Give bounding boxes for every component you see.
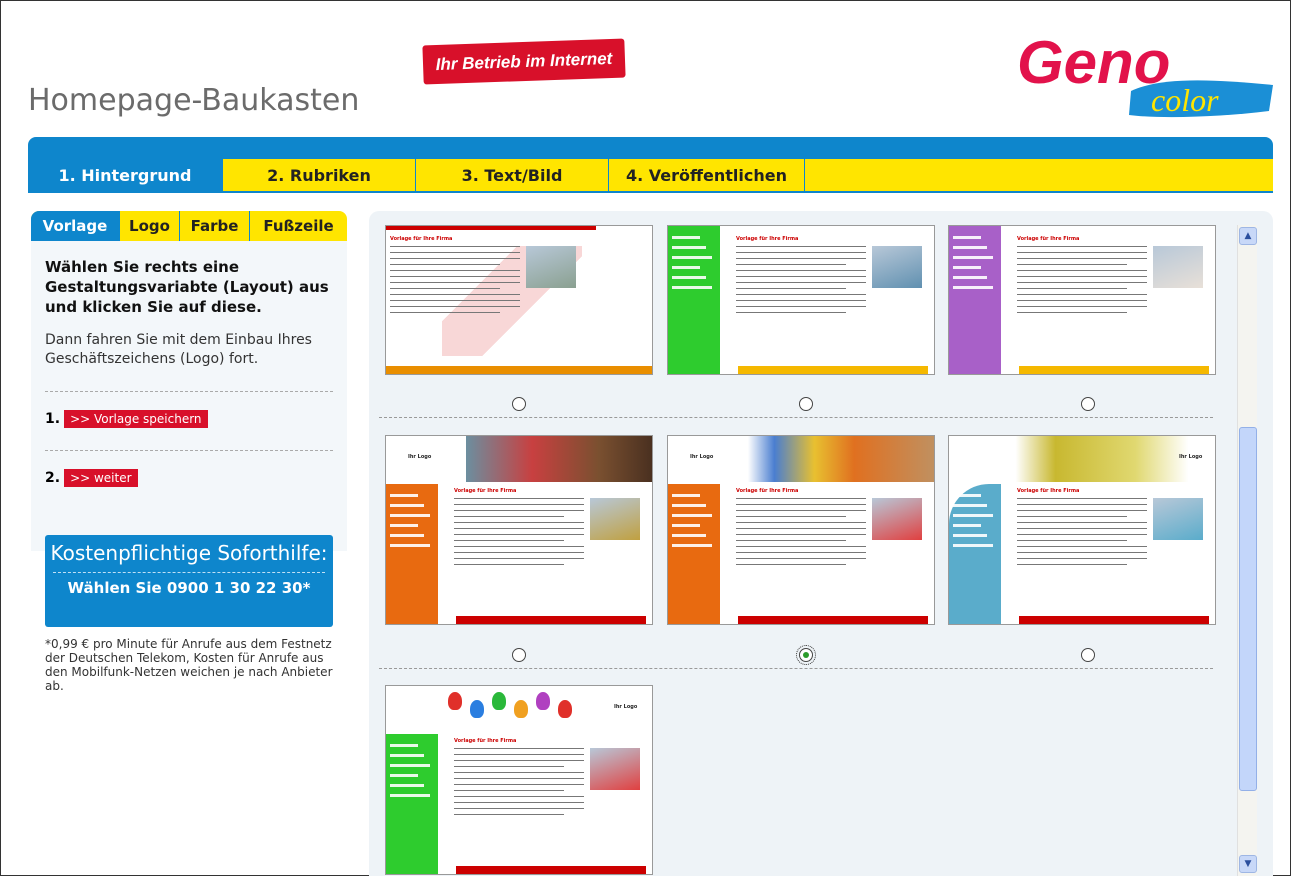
next-button[interactable]: >> weiter [64, 469, 138, 487]
scroll-thumb[interactable] [1239, 427, 1257, 791]
hotline-footnote: *0,99 € pro Minute für Anrufe aus dem Fe… [45, 637, 333, 693]
step-1-number: 1. [45, 411, 61, 427]
page-title: Homepage-Baukasten [28, 83, 360, 118]
instruction-heading: Wählen Sie rechts eine Gestaltungsvariab… [45, 258, 329, 316]
template-4-radio[interactable] [512, 648, 526, 662]
row-separator [379, 668, 1213, 669]
divider [45, 391, 333, 392]
template-6-radio[interactable] [1081, 648, 1095, 662]
sub-tab-bar: Vorlage Logo Farbe Fußzeile [31, 211, 347, 241]
hotline-divider [53, 572, 325, 573]
save-template-button[interactable]: >> Vorlage speichern [64, 410, 208, 428]
vertical-scrollbar[interactable]: ▲ ▼ [1237, 225, 1257, 876]
template-3[interactable]: Vorlage für Ihre Firma [948, 225, 1216, 375]
step-2-number: 2. [45, 470, 61, 486]
template-4[interactable]: Ihr Logo Vorlage für Ihre Firma [385, 435, 653, 625]
template-5[interactable]: Ihr Logo Vorlage für Ihre Firma [667, 435, 935, 625]
template-1-radio[interactable] [512, 397, 526, 411]
template-1[interactable]: Vorlage für Ihre Firma [385, 225, 653, 375]
subtab-farbe[interactable]: Farbe [180, 211, 250, 241]
tab-text-bild[interactable]: 3. Text/Bild [416, 159, 609, 191]
template-2-radio[interactable] [799, 397, 813, 411]
subtab-fusszeile[interactable]: Fußzeile [250, 211, 347, 241]
svg-text:Geno: Geno [1017, 29, 1170, 96]
svg-text:color: color [1151, 82, 1219, 118]
main-tab-bar: 1. Hintergrund 2. Rubriken 3. Text/Bild … [28, 159, 1273, 193]
template-3-radio[interactable] [1081, 397, 1095, 411]
hotline-title: Kostenpflichtige Soforthilfe: [50, 541, 328, 565]
template-6[interactable]: Ihr Logo Vorlage für Ihre Firma [948, 435, 1216, 625]
slogan-banner: Ihr Betrieb im Internet [422, 38, 626, 85]
step-2: 2. >> weiter [45, 469, 333, 487]
step-1: 1. >> Vorlage speichern [45, 410, 333, 428]
tab-hintergrund[interactable]: 1. Hintergrund [28, 159, 223, 191]
tab-rubriken[interactable]: 2. Rubriken [223, 159, 416, 191]
template-2[interactable]: Vorlage für Ihre Firma [667, 225, 935, 375]
template-5-radio[interactable] [796, 645, 816, 665]
sidebar: Vorlage Logo Farbe Fußzeile Wählen Sie r… [31, 211, 347, 551]
subtab-logo[interactable]: Logo [120, 211, 180, 241]
instruction-text: Dann fahren Sie mit dem Einbau Ihres Ges… [45, 332, 312, 367]
sidebar-body: Wählen Sie rechts eine Gestaltungsvariab… [31, 241, 347, 551]
scroll-up-arrow-icon[interactable]: ▲ [1239, 227, 1257, 245]
hotline-box: Kostenpflichtige Soforthilfe: Wählen Sie… [45, 535, 333, 627]
row-separator [379, 417, 1213, 418]
template-7[interactable]: Ihr Logo Vorlage für Ihre Firma [385, 685, 653, 875]
scroll-down-arrow-icon[interactable]: ▼ [1239, 855, 1257, 873]
genocolor-logo: Geno color [1011, 19, 1276, 129]
hotline-number: Wählen Sie 0900 1 30 22 30* [67, 579, 311, 597]
top-blue-bar [28, 137, 1273, 159]
subtab-vorlage[interactable]: Vorlage [31, 211, 120, 241]
divider [45, 450, 333, 451]
tab-veroeffentlichen[interactable]: 4. Veröffentlichen [609, 159, 805, 191]
